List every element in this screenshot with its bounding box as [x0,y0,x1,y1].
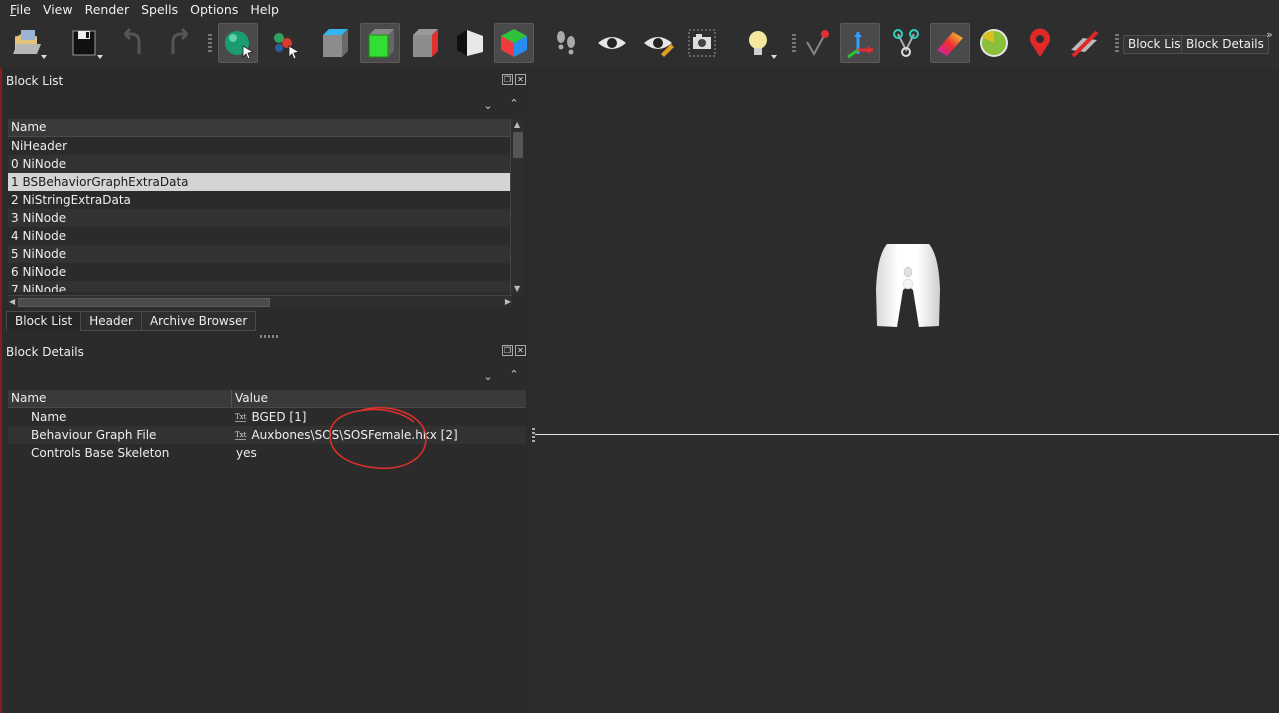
toolbar-grip[interactable] [1115,34,1119,54]
close-icon[interactable]: ✕ [515,345,526,356]
collapse-all-icon[interactable]: ⌄ [480,98,496,114]
dock-tab-bar: Block List Header Archive Browser [6,311,257,331]
view-perspective-icon[interactable] [494,23,534,63]
list-item[interactable]: 0 NiNode [8,155,512,173]
left-dock-panel: Block List ❐ ✕ ⌄ ⌃ Name NiHeader 0 NiNod… [0,68,535,713]
undo-icon[interactable] [114,23,154,63]
splitter-handle[interactable] [260,335,278,338]
dropdown-arrow-icon[interactable] [771,55,777,59]
scroll-right-icon[interactable]: ▶ [505,297,511,307]
toolbar-grip[interactable] [792,34,796,54]
show-location-icon[interactable] [1020,23,1060,63]
show-havok-icon[interactable] [930,23,970,63]
list-item-selected[interactable]: 1 BSBehaviorGraphExtraData [8,173,512,191]
collapse-all-icon[interactable]: ⌄ [480,369,496,385]
open-file-icon[interactable] [8,23,48,63]
view-eye-icon[interactable] [592,23,632,63]
toolbar-overflow-icon[interactable]: » [1266,28,1273,41]
tab-block-list[interactable]: Block List [6,311,82,331]
block-list-vertical-scrollbar[interactable]: ▲ ▼ [510,119,524,295]
screenshot-icon[interactable] [682,23,722,63]
table-row[interactable]: Name Txt BGED [1] [8,408,526,426]
hide-all-icon[interactable] [1064,23,1104,63]
block-details-title: Block Details [6,345,84,359]
show-vertex-colors-icon[interactable] [974,23,1014,63]
list-item[interactable]: 6 NiNode [8,263,512,281]
show-axes-icon[interactable] [798,23,838,63]
select-vertex-icon[interactable] [264,23,304,63]
column-header-name[interactable]: Name [8,390,232,407]
block-list-horizontal-scrollbar[interactable]: ◀ ▶ [8,295,512,308]
block-details-header: Name Value [8,390,526,408]
model-preview [876,244,940,327]
lighting-icon[interactable] [738,23,778,63]
scroll-thumb[interactable] [513,132,523,158]
float-icon[interactable]: ❐ [502,345,513,356]
block-list-title: Block List [6,74,64,88]
block-details-tree[interactable]: Name Value Name Txt BGED [1] Behaviour G… [8,390,526,462]
view-side-icon[interactable] [404,23,444,63]
list-item[interactable]: 4 NiNode [8,227,512,245]
menu-render[interactable]: Render [79,0,136,20]
block-list-dock-buttons: ❐ ✕ [502,74,526,85]
show-constraints-icon[interactable] [886,23,926,63]
block-details-dock-buttons: ❐ ✕ [502,345,526,356]
scroll-left-icon[interactable]: ◀ [9,297,15,307]
scroll-up-icon[interactable]: ▲ [514,120,520,130]
view-front-icon[interactable] [314,23,354,63]
text-type-icon: Txt [235,430,247,440]
close-icon[interactable]: ✕ [515,74,526,85]
field-name: Name [31,410,67,424]
toolbar-grip[interactable] [208,34,212,54]
redo-icon[interactable] [158,23,198,63]
list-item[interactable]: 5 NiNode [8,245,512,263]
show-nodes-icon[interactable] [840,23,880,63]
tab-header[interactable]: Header [80,311,142,331]
table-row[interactable]: Behaviour Graph File Txt Auxbones\SOS\SO… [8,426,526,444]
menu-file[interactable]: File [4,0,37,20]
3d-viewport[interactable] [532,68,1279,713]
save-file-icon[interactable] [64,23,104,63]
field-name: Behaviour Graph File [31,428,157,442]
scroll-thumb[interactable] [18,298,270,307]
block-list-header: Name [8,119,512,137]
view-eye-edit-icon[interactable] [638,23,678,63]
list-item[interactable]: 3 NiNode [8,209,512,227]
field-name: Controls Base Skeleton [31,446,170,460]
field-value[interactable]: yes [232,444,257,462]
select-object-icon[interactable] [218,23,258,63]
expand-all-icon[interactable]: ⌃ [506,367,522,383]
column-header-name[interactable]: Name [8,119,512,136]
block-details-toggle-button[interactable]: Block Details [1181,35,1269,54]
ground-line [535,434,1279,435]
viewport-splitter-handle[interactable] [532,428,535,442]
menu-help[interactable]: Help [244,0,285,20]
toolbar: Block List Block Details » [0,20,1279,68]
annotation-circle-icon [329,406,427,469]
table-row[interactable]: Controls Base Skeleton yes [8,444,526,462]
menu-bar: File View Render Spells Options Help [0,0,1279,20]
walk-icon[interactable] [546,23,586,63]
menu-options[interactable]: Options [184,0,244,20]
field-value-text: yes [236,446,257,460]
menu-spells[interactable]: Spells [135,0,184,20]
text-type-icon: Txt [235,412,247,422]
field-value-text: BGED [1] [251,410,307,424]
block-list-tree[interactable]: Name NiHeader 0 NiNode 1 BSBehaviorGraph… [8,119,512,292]
view-wireframe-icon[interactable] [360,23,400,63]
dropdown-arrow-icon[interactable] [41,55,47,59]
list-item[interactable]: 7 NiNode [8,281,512,292]
expand-all-icon[interactable]: ⌃ [506,96,522,112]
tab-archive-browser[interactable]: Archive Browser [140,311,257,331]
float-icon[interactable]: ❐ [502,74,513,85]
scroll-down-icon[interactable]: ▼ [514,284,520,294]
view-flat-icon[interactable] [450,23,490,63]
field-value[interactable]: Txt BGED [1] [232,408,306,426]
list-item[interactable]: 2 NiStringExtraData [8,191,512,209]
menu-view[interactable]: View [37,0,79,20]
dropdown-arrow-icon[interactable] [97,55,103,59]
list-item[interactable]: NiHeader [8,137,512,155]
